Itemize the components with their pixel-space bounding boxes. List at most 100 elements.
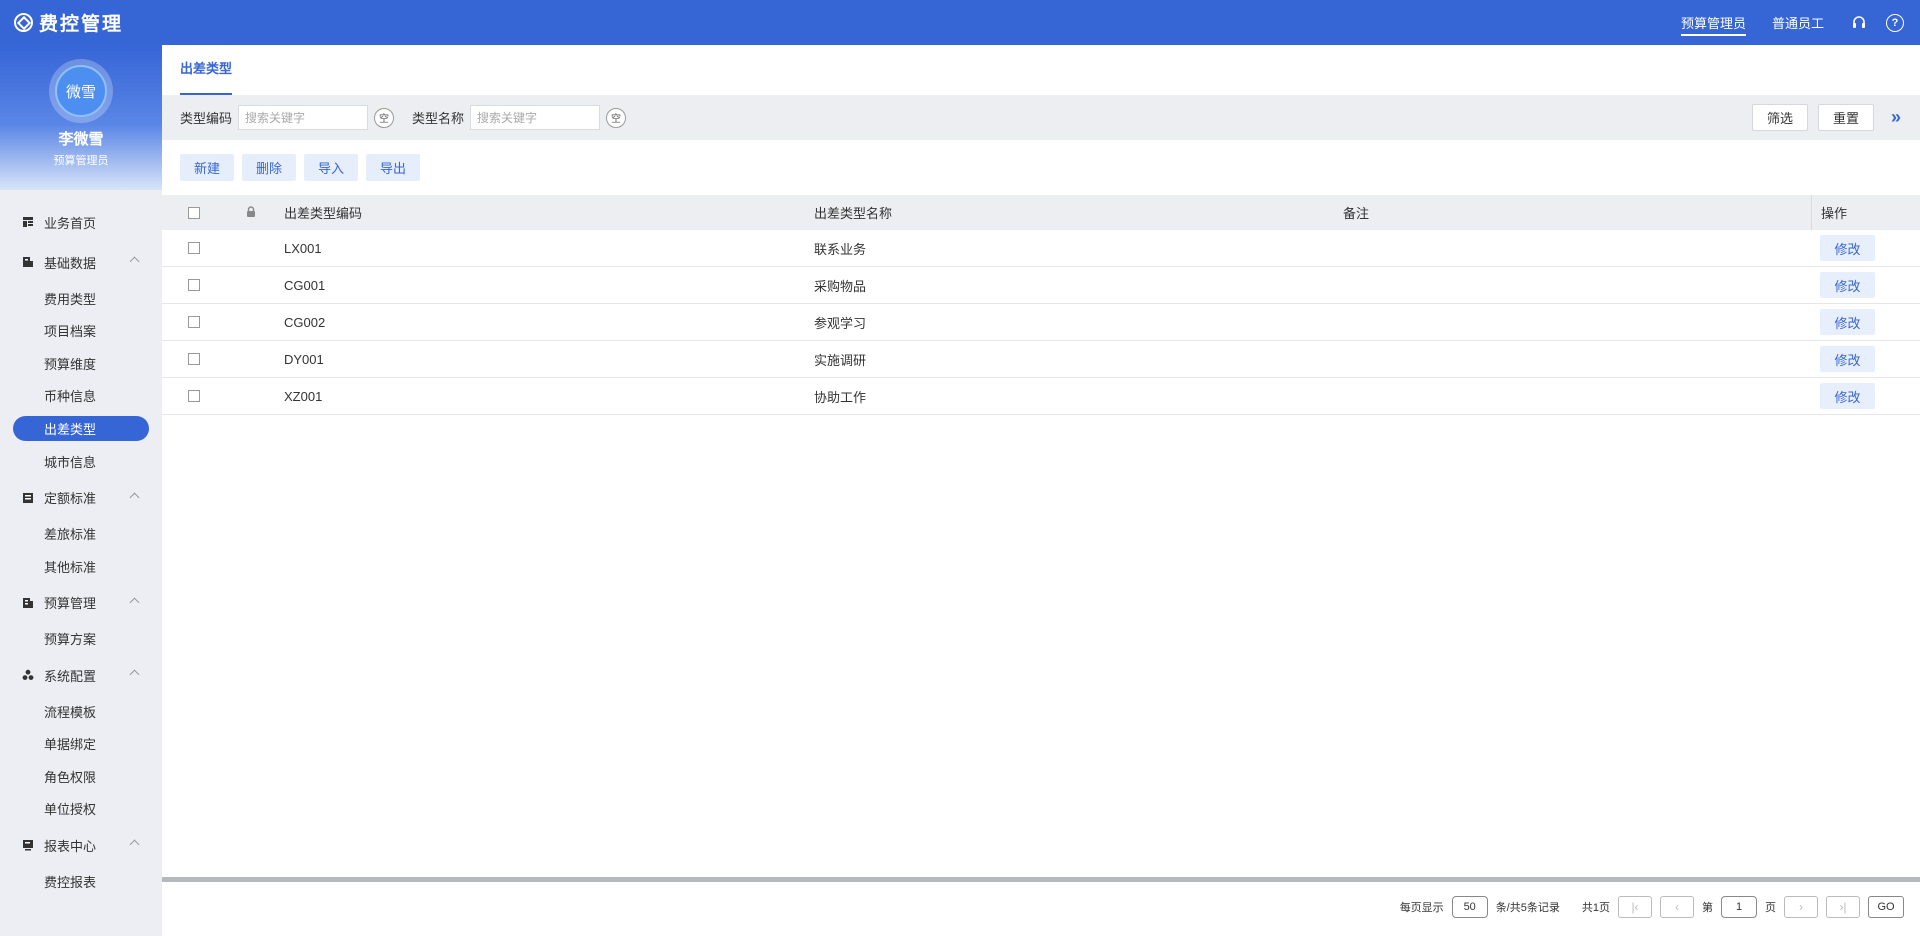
chevron-up-icon [129, 839, 140, 850]
cluster-icon [22, 669, 34, 681]
database-icon [22, 256, 34, 268]
sidebar-item-project-archive[interactable]: 项目档案 [0, 315, 162, 348]
clear-code-button[interactable]: 空 [374, 107, 395, 128]
sidebar-item-expense-type[interactable]: 费用类型 [0, 282, 162, 315]
user-role: 预算管理员 [53, 155, 109, 167]
avatar-ring: 微雪 [49, 59, 113, 123]
sidebar-item-flow-template[interactable]: 流程模板 [0, 695, 162, 728]
row-check-cell [162, 316, 218, 328]
per-page-input[interactable]: 50 [1451, 896, 1488, 918]
type-name-label: 类型名称 [412, 111, 465, 126]
sidebar-item-unit-authorization[interactable]: 单位授权 [0, 793, 162, 826]
tab-trip-type[interactable]: 出差类型 [180, 59, 233, 95]
edit-button[interactable]: 修改 [1820, 346, 1875, 372]
filter-button[interactable]: 筛选 [1751, 104, 1808, 131]
top-right-actions: 预算管理员 普通员工 ? [1680, 0, 1920, 45]
help-icon[interactable]: ? [1886, 13, 1904, 32]
table-row: CG001 采购物品 修改 [162, 267, 1920, 304]
first-page-icon[interactable]: |‹ [1618, 896, 1652, 918]
report-icon [22, 839, 34, 851]
role-employee[interactable]: 普通员工 [1772, 9, 1824, 36]
cell-code: LX001 [284, 240, 322, 256]
sidebar-group-label: 定额标准 [44, 491, 97, 506]
export-button[interactable]: 导出 [366, 154, 421, 181]
type-code-input[interactable] [238, 105, 369, 130]
cell-name: 协助工作 [814, 389, 867, 405]
cell-operation: 修改 [1811, 230, 1875, 266]
edit-button[interactable]: 修改 [1820, 235, 1875, 261]
sidebar-group-basic-data[interactable]: 基础数据 [0, 242, 162, 282]
page-suffix: 页 [1765, 902, 1776, 914]
sidebar-item-trip-type[interactable]: 出差类型 [13, 416, 149, 441]
user-profile: 微雪 李微雪 预算管理员 [0, 45, 162, 190]
sidebar-group-quota-standard[interactable]: 定额标准 [0, 478, 162, 518]
cell-name: 实施调研 [814, 352, 867, 368]
edit-button[interactable]: 修改 [1820, 272, 1875, 298]
cell-code: XZ001 [284, 388, 323, 404]
main-content: 出差类型 类型编码 空 类型名称 空 筛选 重置 » 新建 删除 导入 导出 出… [162, 45, 1920, 936]
column-header-name: 出差类型名称 [814, 206, 893, 221]
chevron-up-icon [129, 256, 140, 267]
sidebar-item-home[interactable]: 业务首页 [0, 202, 162, 242]
column-header-remark: 备注 [1343, 206, 1370, 221]
sidebar-item-label: 业务首页 [44, 215, 97, 231]
cell-code: CG001 [284, 277, 326, 293]
edit-button[interactable]: 修改 [1820, 309, 1875, 335]
brand[interactable]: 费控管理 [0, 0, 162, 45]
row-checkbox[interactable] [188, 353, 200, 365]
column-header-code: 出差类型编码 [284, 206, 363, 221]
expand-icon[interactable]: » [1884, 106, 1908, 130]
sidebar-group-system-config[interactable]: 系统配置 [0, 655, 162, 695]
select-all-cell [162, 206, 218, 219]
clear-name-button[interactable]: 空 [606, 107, 627, 128]
sidebar-item-other-standard[interactable]: 其他标准 [0, 550, 162, 583]
page-header: 出差类型 [162, 45, 1920, 95]
per-page-label: 每页显示 [1399, 902, 1444, 914]
sidebar-item-expense-report[interactable]: 费控报表 [0, 865, 162, 898]
avatar[interactable]: 微雪 [55, 65, 107, 117]
row-checkbox[interactable] [188, 242, 200, 254]
reset-button[interactable]: 重置 [1817, 104, 1874, 131]
page-input[interactable]: 1 [1721, 896, 1757, 918]
table-row: DY001 实施调研 修改 [162, 341, 1920, 378]
sidebar-group-budget-management[interactable]: 预算管理 [0, 583, 162, 623]
new-button[interactable]: 新建 [180, 154, 235, 181]
filter-actions: 筛选 重置 » [1751, 95, 1920, 140]
trip-type-table: 出差类型编码 出差类型名称 备注 操作 LX001 联系业务 修改 CG001 … [162, 195, 1920, 415]
sidebar-group-report-center[interactable]: 报表中心 [0, 825, 162, 865]
go-button[interactable]: GO [1868, 896, 1904, 918]
sidebar-item-city[interactable]: 城市信息 [0, 445, 162, 478]
sidebar-group-label: 系统配置 [44, 668, 97, 684]
sidebar-item-role-permission[interactable]: 角色权限 [0, 760, 162, 793]
sidebar-item-budget-dimension[interactable]: 预算维度 [0, 347, 162, 380]
home-icon [22, 216, 34, 228]
next-page-icon[interactable]: › [1784, 896, 1818, 918]
chevron-up-icon [129, 492, 140, 502]
last-page-icon[interactable]: ›| [1826, 896, 1860, 918]
delete-button[interactable]: 删除 [242, 154, 297, 181]
row-checkbox[interactable] [188, 390, 200, 402]
type-name-input[interactable] [470, 105, 601, 130]
sidebar-item-travel-standard[interactable]: 差旅标准 [0, 518, 162, 551]
row-checkbox[interactable] [188, 279, 200, 291]
row-check-cell [162, 279, 218, 291]
lock-icon [246, 205, 256, 220]
cell-operation: 修改 [1811, 378, 1875, 414]
sidebar-item-currency[interactable]: 币种信息 [0, 380, 162, 413]
cell-operation: 修改 [1811, 304, 1875, 340]
app-title: 费控管理 [39, 14, 124, 35]
edit-button[interactable]: 修改 [1820, 383, 1875, 409]
sidebar-item-budget-plan[interactable]: 预算方案 [0, 623, 162, 656]
role-budget-admin[interactable]: 预算管理员 [1680, 9, 1746, 36]
row-checkbox[interactable] [188, 316, 200, 328]
headset-icon[interactable] [1850, 14, 1868, 32]
sidebar-item-document-binding[interactable]: 单据绑定 [0, 728, 162, 761]
select-all-checkbox[interactable] [188, 206, 200, 219]
prev-page-icon[interactable]: ‹ [1660, 896, 1694, 918]
table-row: CG002 参观学习 修改 [162, 304, 1920, 341]
cell-code: DY001 [284, 351, 324, 367]
chevron-up-icon [129, 669, 140, 680]
budget-icon [22, 597, 34, 609]
import-button[interactable]: 导入 [304, 154, 359, 181]
sidebar-group-label: 基础数据 [44, 255, 97, 271]
